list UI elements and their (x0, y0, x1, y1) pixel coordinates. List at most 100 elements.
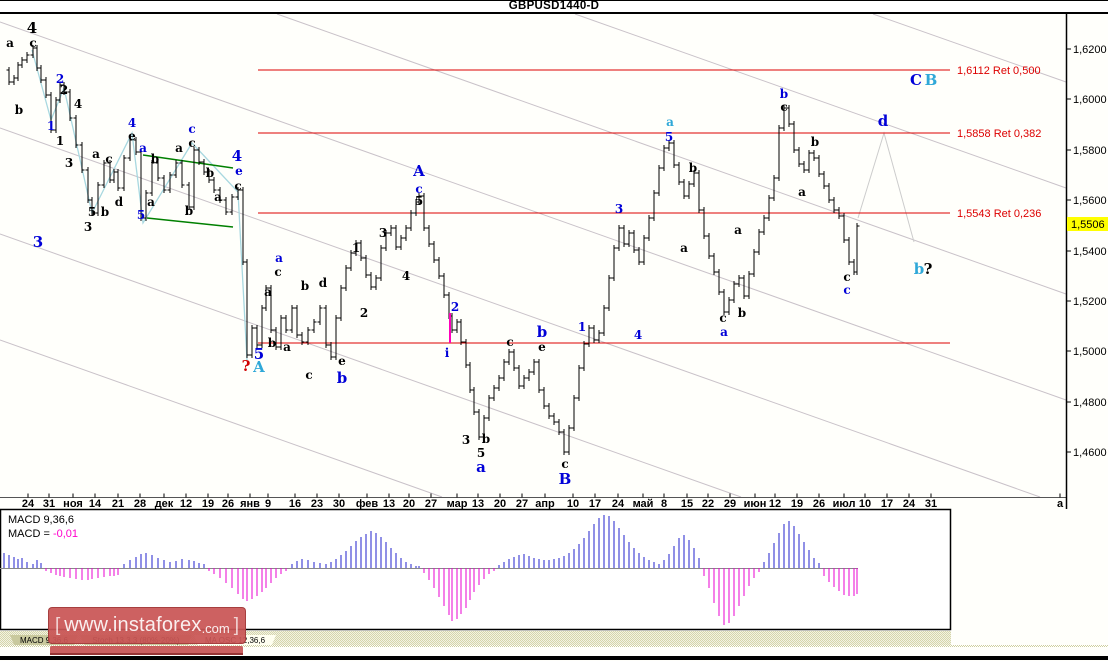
svg-text:1,6112 Ret 0,500: 1,6112 Ret 0,500 (957, 65, 1041, 77)
date-tick-label: 24 (21, 498, 35, 510)
date-tick-label: 16 (288, 498, 302, 510)
date-tick-label: 21 (111, 498, 125, 510)
svg-text:2: 2 (451, 300, 459, 314)
svg-text:d: d (878, 112, 889, 130)
svg-text:b: b (301, 279, 309, 293)
date-tick-label: 23 (310, 498, 324, 510)
svg-text:1: 1 (352, 241, 360, 255)
svg-text:5: 5 (88, 205, 96, 219)
svg-text:3: 3 (84, 220, 92, 234)
svg-text:5: 5 (665, 130, 673, 144)
svg-text:1,4800: 1,4800 (1073, 397, 1107, 409)
date-tick-label: ноя (63, 498, 83, 510)
chart-window: 1,6112 Ret 0,500 1,5858 Ret 0,382 1,5543 R… (0, 0, 1108, 661)
date-tick-label: 19 (201, 498, 215, 510)
svg-text:1,6000: 1,6000 (1073, 94, 1107, 106)
svg-text:1,5543 Ret 0,236: 1,5543 Ret 0,236 (957, 208, 1041, 220)
macd-current-value: -0,01 (52, 528, 79, 540)
svg-text:a: a (6, 36, 14, 50)
svg-text:b: b (337, 369, 348, 387)
svg-text:c: c (506, 335, 513, 349)
macd-indicator-header: MACD 9,36,6 MACD = -0,01 (8, 513, 78, 541)
svg-text:3: 3 (615, 202, 623, 216)
svg-text:d: d (319, 276, 328, 290)
svg-text:b: b (101, 205, 109, 219)
svg-text:c: c (234, 179, 241, 193)
macd-params-label: MACD 9,36,6 (8, 514, 75, 526)
date-tick-label: 26 (812, 498, 826, 510)
svg-text:a: a (734, 223, 742, 237)
svg-text:b: b (268, 336, 276, 350)
svg-text:b: b (811, 135, 819, 149)
svg-text:a: a (680, 241, 688, 255)
macd-value-prefix: MACD = (8, 528, 53, 540)
svg-text:c: c (105, 152, 112, 166)
date-tick-label: 20 (493, 498, 507, 510)
svg-text:e: e (235, 164, 243, 178)
svg-text:c: c (780, 100, 787, 114)
date-tick-label: 29 (723, 498, 737, 510)
svg-text:a: a (283, 340, 291, 354)
svg-text:1,4600: 1,4600 (1073, 447, 1107, 459)
instaforex-watermark: [ www.instaforex .com ] (48, 607, 246, 644)
chart-area[interactable]: 1,6112 Ret 0,500 1,5858 Ret 0,382 1,5543 R… (0, 0, 1108, 661)
svg-text:a: a (92, 147, 100, 161)
svg-text:d: d (115, 195, 124, 209)
svg-text:i: i (445, 346, 450, 360)
date-tick-label: 8 (660, 498, 668, 510)
watermark-logo-text: www.instaforex (64, 614, 202, 636)
svg-text:?: ? (242, 357, 251, 375)
date-tick-label: 24 (902, 498, 916, 510)
watermark-right-bracket: ] (233, 614, 240, 636)
date-tick-label: апр (535, 498, 555, 510)
svg-text:1: 1 (578, 320, 586, 334)
date-tick-label: июн (743, 498, 767, 510)
svg-text:a: a (476, 458, 486, 476)
watermark-tld-text: .com (201, 620, 230, 636)
date-tick-label: 14 (88, 498, 102, 510)
svg-text:4: 4 (634, 328, 642, 342)
svg-text:1,5000: 1,5000 (1073, 346, 1107, 358)
svg-text:3: 3 (462, 433, 470, 447)
date-tick-label: 10 (566, 498, 580, 510)
date-tick-label: 26 (221, 498, 235, 510)
svg-text:?: ? (924, 260, 933, 278)
svg-text:b: b (537, 323, 548, 341)
svg-text:4: 4 (74, 97, 82, 111)
svg-text:1,5506: 1,5506 (1071, 219, 1105, 231)
date-tick-label: янв (240, 498, 260, 510)
date-tick-label: дек (154, 498, 174, 510)
date-tick-label: 28 (133, 498, 147, 510)
date-tick-label: 22 (701, 498, 715, 510)
svg-text:b: b (482, 432, 490, 446)
svg-text:C: C (910, 71, 922, 89)
svg-text:c: c (843, 270, 850, 284)
svg-text:c: c (29, 36, 36, 50)
date-tick-label: 13 (382, 498, 396, 510)
date-tick-label: 27 (515, 498, 529, 510)
svg-text:1,5200: 1,5200 (1073, 296, 1107, 308)
svg-text:a: a (798, 185, 806, 199)
svg-text:b: b (206, 166, 214, 180)
svg-text:a: a (214, 190, 222, 204)
date-tick-label: мар (446, 498, 468, 510)
svg-text:c: c (561, 457, 568, 471)
svg-text:B: B (559, 470, 572, 488)
svg-text:a: a (275, 251, 283, 265)
chart-title: GBPUSD1440-D (508, 0, 600, 12)
date-tick-label: фев (355, 498, 379, 510)
svg-text:c: c (188, 136, 195, 150)
svg-text:e: e (338, 354, 346, 368)
svg-text:a: a (139, 141, 147, 155)
svg-text:A: A (412, 162, 425, 180)
date-tick-label: 9 (264, 498, 272, 510)
date-tick-label: 12 (179, 498, 193, 510)
svg-text:b: b (689, 161, 697, 175)
date-tick-label: июл (832, 498, 856, 510)
date-tick-label: май (632, 498, 654, 510)
svg-text:c: c (843, 283, 850, 297)
macd-value-line: MACD = -0,01 (8, 527, 78, 541)
svg-text:4: 4 (402, 269, 410, 283)
date-tick-label: 10 (858, 498, 872, 510)
date-tick-label: 30 (332, 498, 346, 510)
